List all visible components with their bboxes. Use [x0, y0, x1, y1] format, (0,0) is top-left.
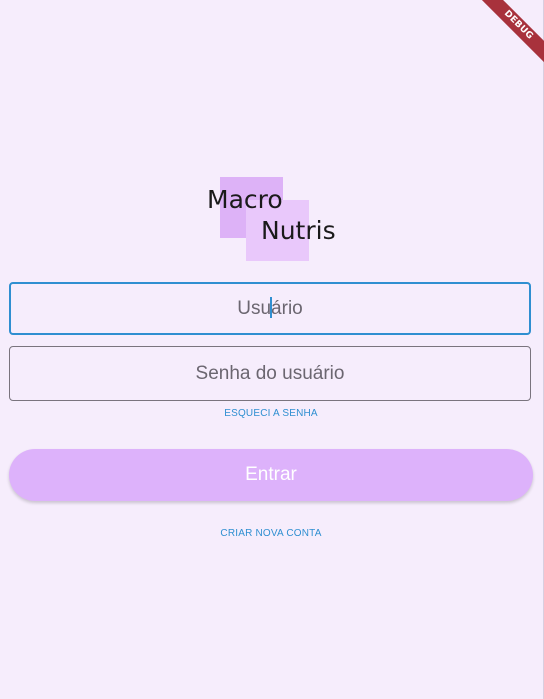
debug-banner: DEBUG	[464, 0, 544, 80]
debug-banner-label: DEBUG	[477, 0, 544, 67]
login-button[interactable]: Entrar	[9, 449, 533, 501]
username-placeholder: Usuário	[237, 296, 303, 319]
text-caret	[270, 296, 273, 318]
login-button-label: Entrar	[245, 464, 297, 485]
password-field[interactable]: Senha do usuário	[9, 346, 531, 401]
app-logo: Macro Nutris	[204, 176, 344, 262]
logo-text-line2: Nutris	[261, 216, 336, 245]
logo-text-line1: Macro	[207, 185, 283, 214]
forgot-password-link[interactable]: ESQUECI A SENHA	[0, 408, 542, 419]
password-placeholder: Senha do usuário	[195, 362, 345, 384]
create-account-link[interactable]: CRIAR NOVA CONTA	[0, 528, 542, 539]
username-field[interactable]: Usuário	[9, 282, 531, 335]
